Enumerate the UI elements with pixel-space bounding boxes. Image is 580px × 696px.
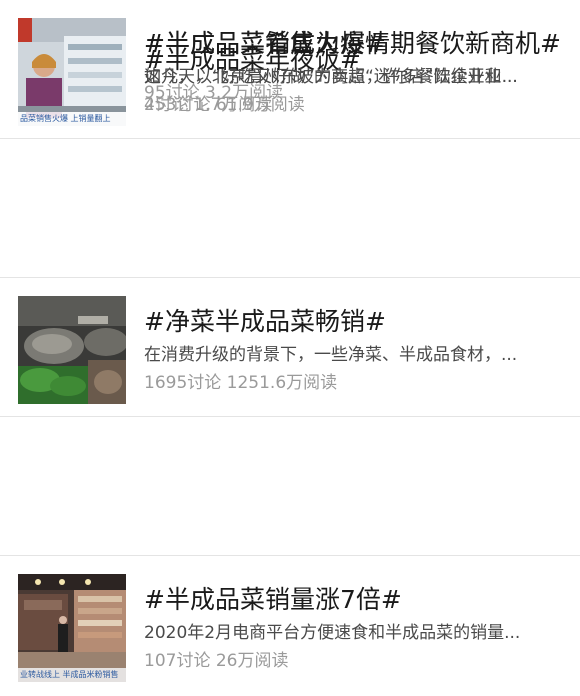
read-count: 26万阅读 — [215, 651, 289, 671]
topic-title[interactable]: #净菜半成品菜畅销# — [144, 306, 566, 338]
topic-title[interactable]: #半成品菜销量涨7倍# — [144, 584, 566, 616]
divider — [0, 277, 580, 278]
divider — [0, 416, 580, 417]
divider — [0, 555, 580, 556]
discussion-count: 107讨论 — [144, 651, 211, 671]
topic-stats: 2讨论 1.7万阅读 — [144, 94, 272, 116]
discussion-count: 1695讨论 — [144, 373, 222, 393]
topic-title[interactable]: #半成品菜销售火爆# — [144, 28, 566, 60]
topic-stats: 1695讨论 1251.6万阅读 — [144, 372, 337, 394]
topic-summary: 如今，以“好吃又好做”为卖点，许多餐饮企业和... — [144, 67, 518, 87]
supermarket-aisle-photo-icon — [18, 574, 126, 682]
topic-thumbnail[interactable]: 品菜销售火爆 上销量翻上 — [18, 18, 126, 126]
topic-thumbnail[interactable] — [18, 296, 126, 404]
topic-thumbnail[interactable]: 业转战线上 半成品米粉销售 — [18, 574, 126, 682]
divider — [0, 138, 580, 139]
topic-list: #半成品菜肴成为疫情期餐饮新商机# 这几天，北京眉州东坡的商超“迷你店”陆续开业… — [0, 0, 580, 696]
read-count: 1.7万阅读 — [194, 95, 273, 115]
read-count: 1251.6万阅读 — [226, 373, 338, 393]
topic-stats: 107讨论 26万阅读 — [144, 650, 289, 672]
topic-summary: 在消费升级的背景下，一些净菜、半成品食材，... — [144, 345, 518, 365]
topic-summary: 2020年2月电商平台方便速食和半成品菜的销量... — [144, 623, 521, 643]
shopper-fridge-photo-icon — [18, 18, 126, 126]
topic-item[interactable]: 品菜销售火爆 上销量翻上 #半成品菜销售火爆# 如今，以“好吃又好做”为卖点，许… — [0, 0, 580, 138]
thumbnail-caption: 业转战线上 半成品米粉销售 — [18, 668, 126, 682]
topic-item[interactable]: 业转战线上 半成品米粉销售 #半成品菜销量涨7倍# 2020年2月电商平台方便速… — [0, 556, 580, 694]
packaged-vegetables-photo-icon — [18, 296, 126, 404]
discussion-count: 2讨论 — [144, 95, 189, 115]
thumbnail-caption: 品菜销售火爆 上销量翻上 — [18, 112, 126, 126]
topic-item[interactable]: #净菜半成品菜畅销# 在消费升级的背景下，一些净菜、半成品食材，... 1695… — [0, 278, 580, 416]
